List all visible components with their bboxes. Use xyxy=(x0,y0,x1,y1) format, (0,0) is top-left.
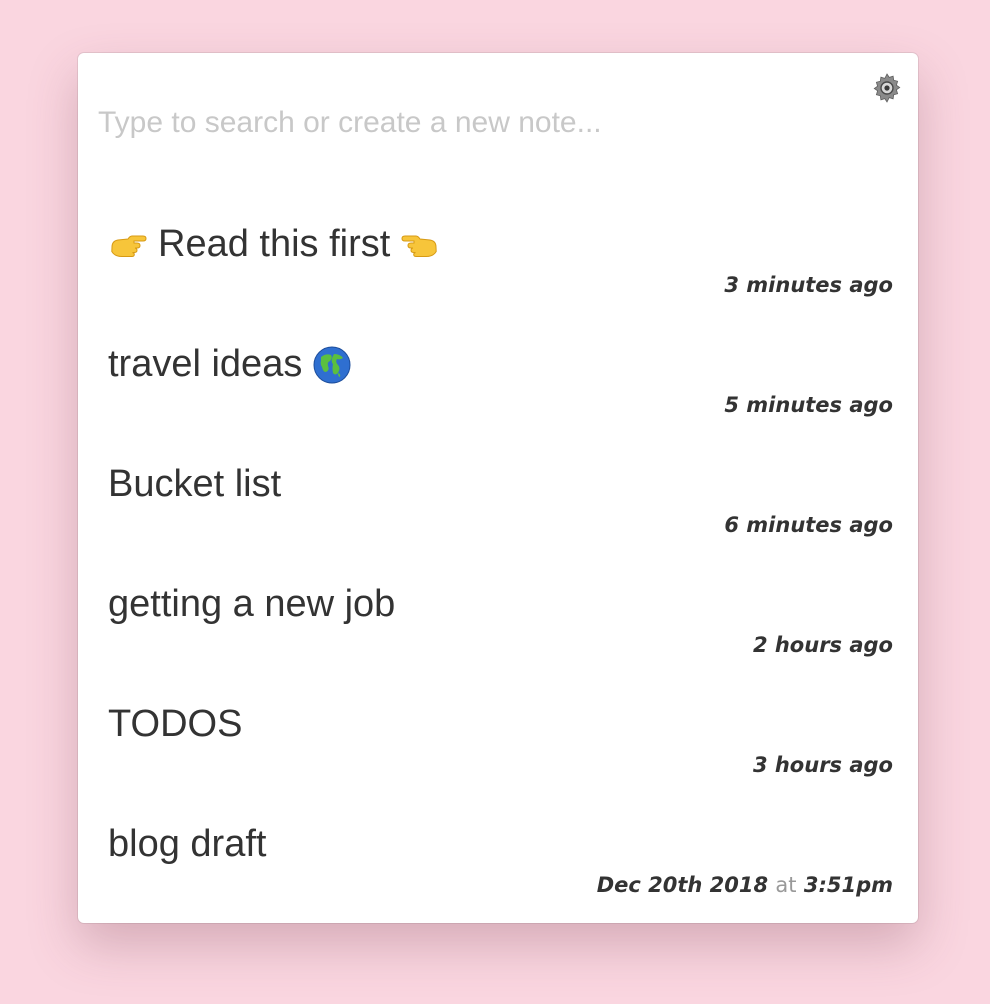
note-title: blog draft xyxy=(108,823,267,865)
note-title-row: Read this first xyxy=(108,223,440,266)
note-title: getting a new job xyxy=(108,583,396,625)
list-item[interactable]: Bucket list 6 minutes ago xyxy=(78,453,918,573)
list-item[interactable]: Read this first 3 minutes ago xyxy=(78,213,918,333)
note-date: Dec 20th 2018 xyxy=(596,873,769,897)
note-timestamp: Dec 20th 2018 at 3:51pm xyxy=(597,873,893,897)
note-title: Bucket list xyxy=(108,463,282,505)
pointing-left-hand-icon xyxy=(400,225,440,265)
list-item[interactable]: TODOS 3 hours ago xyxy=(78,693,918,813)
globe-icon xyxy=(312,345,352,385)
note-timestamp: 5 minutes ago xyxy=(724,393,893,417)
note-timestamp: 2 hours ago xyxy=(752,633,893,657)
note-time-separator: at xyxy=(775,873,797,897)
notes-list: Read this first 3 minutes ago travel ide… xyxy=(78,213,918,933)
note-title-row: Bucket list xyxy=(108,463,281,506)
note-timestamp: 6 minutes ago xyxy=(724,513,893,537)
note-title-row: TODOS xyxy=(108,703,242,746)
note-timestamp: 3 minutes ago xyxy=(724,273,893,297)
note-title-row: getting a new job xyxy=(108,583,395,626)
note-title: TODOS xyxy=(108,703,243,745)
note-title-row: blog draft xyxy=(108,823,266,866)
list-item[interactable]: getting a new job 2 hours ago xyxy=(78,573,918,693)
note-title: Read this first xyxy=(158,223,391,265)
pointing-right-hand-icon xyxy=(108,225,148,265)
note-title: travel ideas xyxy=(108,343,303,385)
note-timestamp: 3 hours ago xyxy=(752,753,893,777)
notes-window: Read this first 3 minutes ago travel ide… xyxy=(78,53,918,923)
gear-icon[interactable] xyxy=(870,71,904,105)
list-item[interactable]: travel ideas 5 minutes ago xyxy=(78,333,918,453)
list-item[interactable]: blog draft Dec 20th 2018 at 3:51pm xyxy=(78,813,918,933)
note-clock: 3:51pm xyxy=(803,873,893,897)
search-input[interactable] xyxy=(98,101,858,145)
note-title-row: travel ideas xyxy=(108,343,352,386)
